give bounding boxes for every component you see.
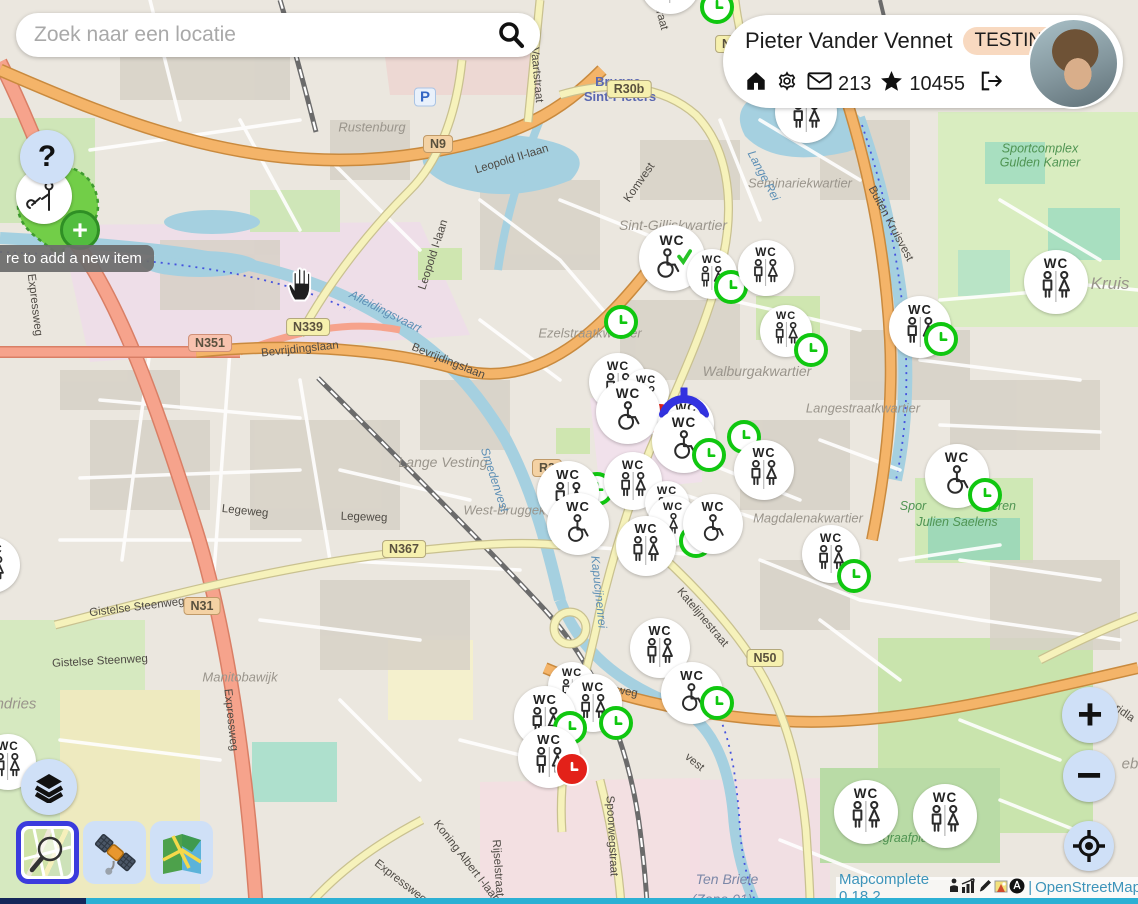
marker-wc-label: WC [533,692,557,707]
marker-wc-label: WC [635,522,658,536]
avatar[interactable] [1028,18,1119,109]
add-item-tooltip: re to add a new item [0,245,154,272]
style-carto-button[interactable] [16,821,79,884]
marker-wc-label: WC [672,415,696,430]
wheelchair-check-icon [652,248,691,285]
grab-hand-cursor [284,264,320,304]
user-name: Pieter Vander Vennet [745,28,953,54]
style-map-button[interactable] [150,821,213,884]
green-clock-badge[interactable] [604,305,638,339]
toilet-marker[interactable]: WC [1024,250,1088,314]
marker-wc-label: WC [0,543,3,556]
green-clock-badge[interactable] [794,333,828,367]
toilet-figures-icon [629,536,662,570]
star-icon[interactable] [880,70,903,98]
marker-wc-label: WC [607,359,629,373]
marker-wc-label: WC [537,732,561,747]
marker-wc-label: WC [663,501,683,513]
theme-image-icon[interactable] [994,878,1008,897]
search-icon[interactable] [496,20,526,50]
green-clock-badge[interactable] [968,478,1002,512]
toilet-marker[interactable]: WC [596,380,660,444]
add-plus-icon[interactable]: + [60,210,100,250]
zoom-out-button[interactable]: − [1063,750,1115,802]
user-panel[interactable]: Pieter Vander Vennet TESTING 213 10455 [723,15,1123,108]
mapcomplete-app: RustenburgBrugge- Sint-PietersSint-Gilli… [0,0,1138,904]
marker-wc-label: WC [622,458,644,472]
wheelchair-icon [613,401,644,437]
red-clock-badge[interactable] [555,752,589,786]
toilet-figures-icon [750,259,781,291]
attr-separator: | [1028,879,1032,896]
carto-thumbnail [24,829,71,876]
wheelchair-icon [563,514,593,549]
toilet-marker[interactable]: WC [616,516,676,576]
marker-wc-label: WC [776,310,796,322]
osm-link[interactable]: OpenStreetMap [1035,879,1138,896]
marker-wc-label: WC [702,254,722,266]
marker-wc-label: WC [680,668,704,683]
messages-count: 213 [838,73,871,96]
toilet-figures-icon [0,556,8,588]
toilet-marker[interactable]: WC [734,440,794,500]
settings-gear-icon[interactable] [776,70,798,98]
marker-wc-label: WC [945,450,969,465]
style-satellite-button[interactable] [83,821,146,884]
toilet-marker[interactable]: WC [683,494,743,554]
layers-icon [33,771,65,803]
messages-mail-icon[interactable] [807,71,832,97]
marker-wc-label: WC [933,790,957,805]
marker-wc-label: WC [854,786,878,801]
logout-icon[interactable] [980,70,1004,98]
marker-wc-label: WC [755,246,777,259]
geolocate-button[interactable] [1064,821,1114,871]
toilet-marker[interactable]: WC [913,784,977,848]
marker-wc-label: WC [753,446,776,460]
stars-count: 10455 [909,73,965,96]
marker-wc-label: WC [566,499,590,514]
marker-wc-label: WC [616,386,640,401]
help-button[interactable]: ? [20,130,74,184]
marker-wc-label: WC [582,680,604,694]
toilet-figures-icon [848,801,884,837]
crosshair-icon [1072,829,1106,863]
green-clock-badge[interactable] [700,686,734,720]
satellite-icon [92,830,138,876]
toilet-figures-icon [643,638,676,672]
bottom-accent-bar [0,898,1138,904]
wheelchair-icon [699,514,728,548]
marker-wc-label: WC [820,531,842,545]
marker-wc-label: WC [659,232,684,248]
toilet-figures-icon [0,753,24,785]
green-clock-badge[interactable] [599,706,633,740]
marker-wc-label: WC [702,500,725,514]
marker-wc-label: WC [556,467,580,482]
toilet-marker[interactable]: WC [547,493,609,555]
toilet-marker[interactable]: WC [834,780,898,844]
folded-map-icon [159,830,205,876]
green-clock-badge[interactable] [924,322,958,356]
background-style-picker [16,821,213,884]
layers-button[interactable] [21,759,77,815]
marker-wc-label: WC [0,740,19,753]
toilet-figures-icon [1038,271,1074,307]
toilet-figures-icon [927,805,963,841]
marker-wc-label: WC [1044,256,1068,271]
search-bar [16,13,540,57]
toilet-marker[interactable]: WC [738,240,794,296]
toilet-figures-icon [653,0,686,8]
attribution-bar: Mapcomplete 0.18.2 | OpenStreetMap [836,877,1138,898]
marker-wc-label: WC [908,302,932,317]
home-icon[interactable] [745,70,767,98]
green-clock-badge[interactable] [692,438,726,472]
chart-icon[interactable] [961,878,977,897]
stats-person-icon[interactable] [948,878,960,897]
license-icon[interactable] [1009,878,1025,898]
marker-wc-label: WC [649,624,672,638]
green-clock-badge[interactable] [837,559,871,593]
zoom-in-button[interactable]: + [1062,687,1118,743]
search-input[interactable] [16,23,496,47]
toilet-figures-icon [747,460,780,494]
pencil-icon[interactable] [978,878,993,897]
